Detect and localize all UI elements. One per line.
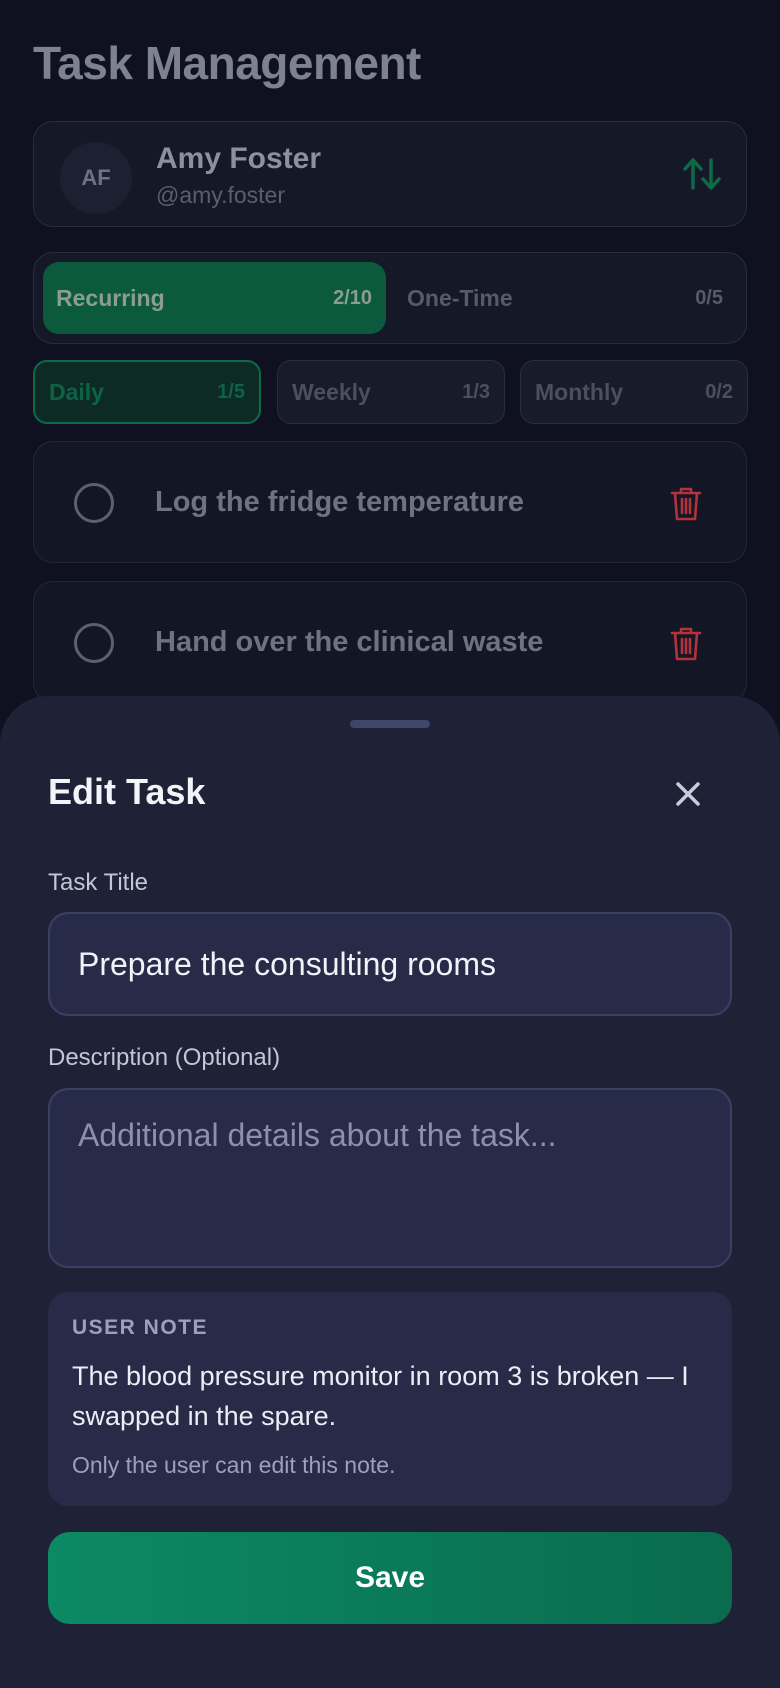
task-type-tabs: Recurring 2/10 One-Time 0/5 (33, 252, 747, 344)
user-note-caption: Only the user can edit this note. (72, 1452, 396, 1478)
task-title-input[interactable] (48, 912, 732, 1016)
tab-recurring-count: 2/10 (333, 286, 372, 309)
avatar: AF (60, 142, 132, 214)
description-label: Description (Optional) (48, 1044, 281, 1071)
filter-monthly[interactable]: Monthly 0/2 (520, 360, 748, 424)
task-row[interactable]: Hand over the clinical waste (33, 581, 747, 703)
filter-daily-label: Daily (49, 378, 104, 405)
user-note-box: USER NOTE The blood pressure monitor in … (48, 1292, 732, 1506)
user-note-text: The blood pressure monitor in room 3 is … (72, 1361, 689, 1431)
filter-daily-count: 1/5 (217, 380, 245, 403)
task-title-label: Task Title (48, 869, 149, 896)
trash-icon[interactable] (670, 486, 702, 522)
tab-one-time[interactable]: One-Time 0/5 (394, 262, 737, 334)
sort-arrows-icon[interactable] (682, 156, 722, 192)
user-card: AF Amy Foster @amy.foster (33, 121, 747, 227)
filter-weekly[interactable]: Weekly 1/3 (277, 360, 505, 424)
edit-task-sheet: Edit Task Task Title Description (Option… (0, 696, 780, 1688)
task-title: Log the fridge temperature (155, 486, 524, 518)
tab-one-time-count: 0/5 (695, 286, 723, 309)
filter-monthly-count: 0/2 (705, 380, 733, 403)
circle-checkbox-icon[interactable] (74, 483, 114, 523)
task-row[interactable]: Log the fridge temperature (33, 441, 747, 563)
filter-daily[interactable]: Daily 1/5 (33, 360, 261, 424)
description-input[interactable] (48, 1088, 732, 1268)
user-note-heading: USER NOTE (72, 1316, 209, 1339)
filter-weekly-label: Weekly (292, 378, 371, 405)
sheet-title: Edit Task (48, 771, 206, 812)
tab-recurring[interactable]: Recurring 2/10 (43, 262, 386, 334)
page-title: Task Management (33, 37, 421, 89)
filter-monthly-label: Monthly (535, 378, 624, 405)
user-name: Amy Foster (156, 142, 322, 175)
user-handle: @amy.foster (156, 182, 286, 208)
filter-weekly-count: 1/3 (462, 380, 490, 403)
tab-one-time-label: One-Time (407, 284, 513, 311)
tab-recurring-label: Recurring (56, 284, 165, 311)
sheet-drag-handle[interactable] (350, 720, 430, 728)
circle-checkbox-icon[interactable] (74, 623, 114, 663)
trash-icon[interactable] (670, 626, 702, 662)
task-title: Hand over the clinical waste (155, 626, 544, 658)
save-button[interactable]: Save (48, 1532, 732, 1624)
close-icon[interactable] (672, 778, 704, 810)
